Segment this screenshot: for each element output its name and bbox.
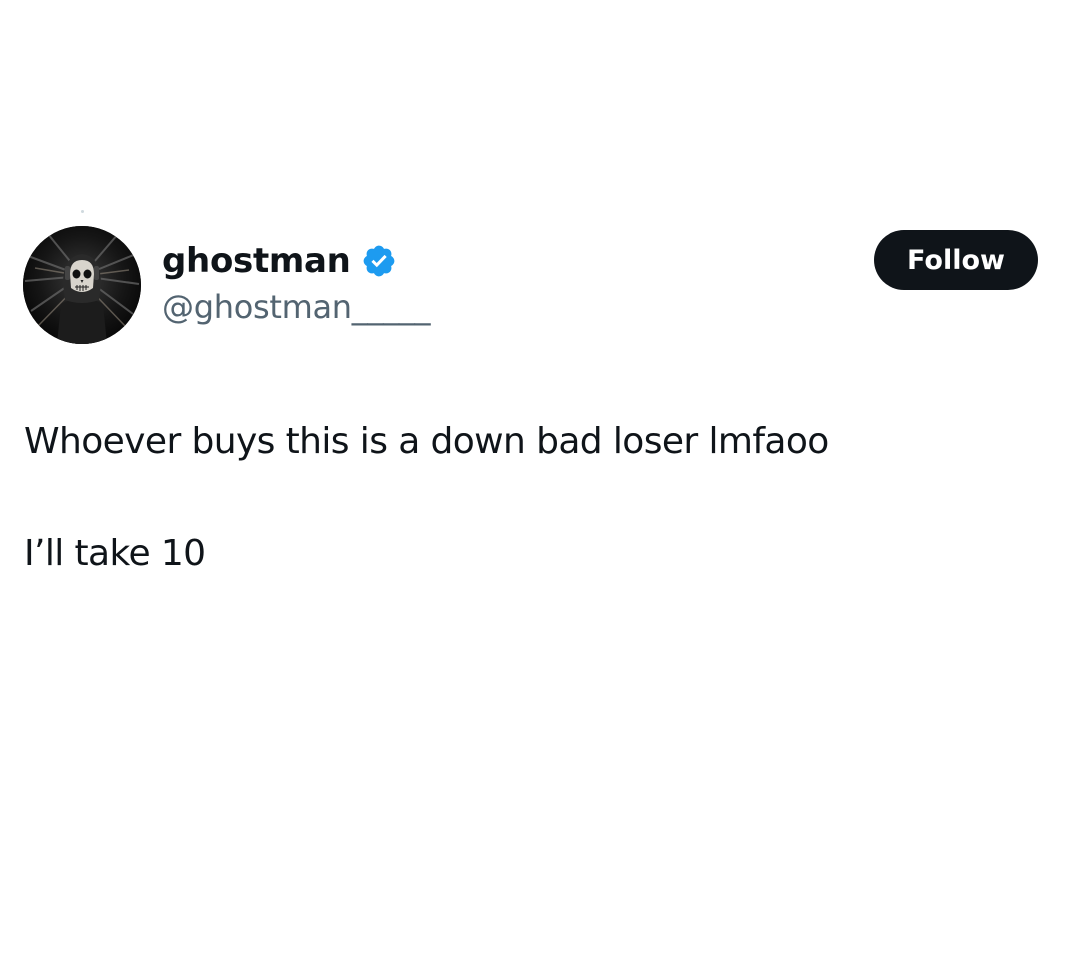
verified-badge-icon[interactable] <box>361 243 397 279</box>
ghost-skull-mask-avatar-icon <box>23 226 141 344</box>
tweet-line-gap <box>24 468 1054 528</box>
tweet-text: Whoever buys this is a down bad loser lm… <box>24 416 1054 580</box>
follow-button[interactable]: Follow <box>874 230 1038 290</box>
tweet-card: ghostman @ghostman_____ Follow Whoever b… <box>0 0 1080 970</box>
author-handle[interactable]: @ghostman_____ <box>162 288 431 326</box>
decorative-dot <box>81 210 84 213</box>
author-display-name[interactable]: ghostman <box>162 244 351 278</box>
tweet-line: Whoever buys this is a down bad loser lm… <box>24 421 829 462</box>
author-name-row: ghostman <box>162 236 397 286</box>
tweet-line: I’ll take 10 <box>24 533 206 574</box>
verified-check-icon <box>363 245 394 277</box>
avatar[interactable] <box>23 226 141 344</box>
